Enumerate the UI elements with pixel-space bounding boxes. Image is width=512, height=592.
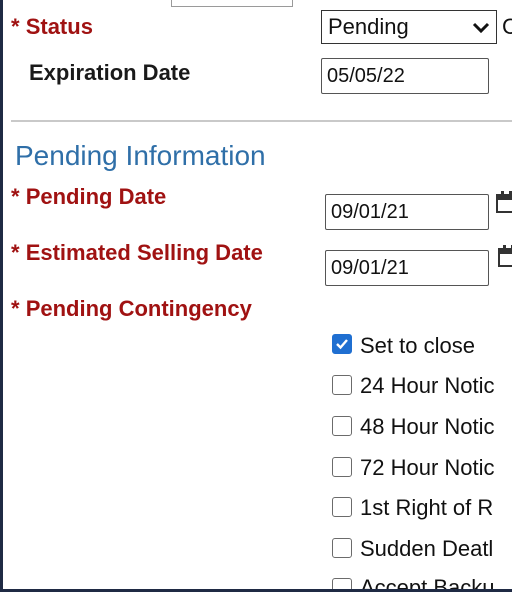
checkmark-icon [336,339,348,350]
estimated-selling-date-input[interactable]: 09/01/21 [325,250,489,286]
checkbox[interactable] [332,497,352,517]
required-marker: * [11,296,26,321]
checkbox[interactable] [332,578,352,589]
contingency-option-label: Accept Backu [360,575,495,589]
checkbox[interactable] [332,457,352,477]
expiration-date-value: 05/05/22 [327,65,405,87]
checkbox[interactable] [332,538,352,558]
pending-contingency-label: * Pending Contingency [11,296,252,322]
contingency-option-label: 48 Hour Notic [360,414,495,439]
expiration-date-input[interactable]: 05/05/22 [321,58,489,94]
checkbox[interactable] [332,334,352,354]
expiration-date-label: Expiration Date [29,60,191,85]
status-select-value: Pending [328,14,409,39]
top-border-fragment [171,0,293,7]
required-marker: * [11,14,26,39]
required-marker: * [11,240,26,265]
contingency-option-label: Sudden Deatl [360,536,494,561]
status-trailing-text: C [502,14,512,39]
status-label: * Status [11,14,93,40]
chevron-down-icon [472,22,490,34]
section-divider [11,120,512,122]
form-panel: * Status Pending C Expiration Date 05/05… [3,0,512,589]
pending-date-value: 09/01/21 [331,201,409,223]
pending-date-input[interactable]: 09/01/21 [325,194,489,230]
status-label-text: Status [25,14,93,39]
contingency-option-label: 1st Right of R [360,495,494,520]
pending-contingency-label-text: Pending Contingency [25,296,252,321]
pending-date-label: * Pending Date [11,184,166,210]
contingency-option-label: 72 Hour Notic [360,455,495,480]
required-marker: * [11,184,26,209]
calendar-icon[interactable] [497,244,512,268]
checkbox[interactable] [332,416,352,436]
calendar-icon[interactable] [495,190,512,214]
pending-date-label-text: Pending Date [25,184,167,209]
estimated-selling-date-value: 09/01/21 [331,257,409,279]
contingency-option-label: 24 Hour Notic [360,373,495,398]
checkbox[interactable] [332,375,352,395]
section-title: Pending Information [15,140,266,171]
contingency-option-label: Set to close [360,333,475,358]
status-select[interactable]: Pending [321,10,497,44]
estimated-selling-date-label-text: Estimated Selling Date [25,240,263,265]
estimated-selling-date-label: * Estimated Selling Date [11,240,263,266]
